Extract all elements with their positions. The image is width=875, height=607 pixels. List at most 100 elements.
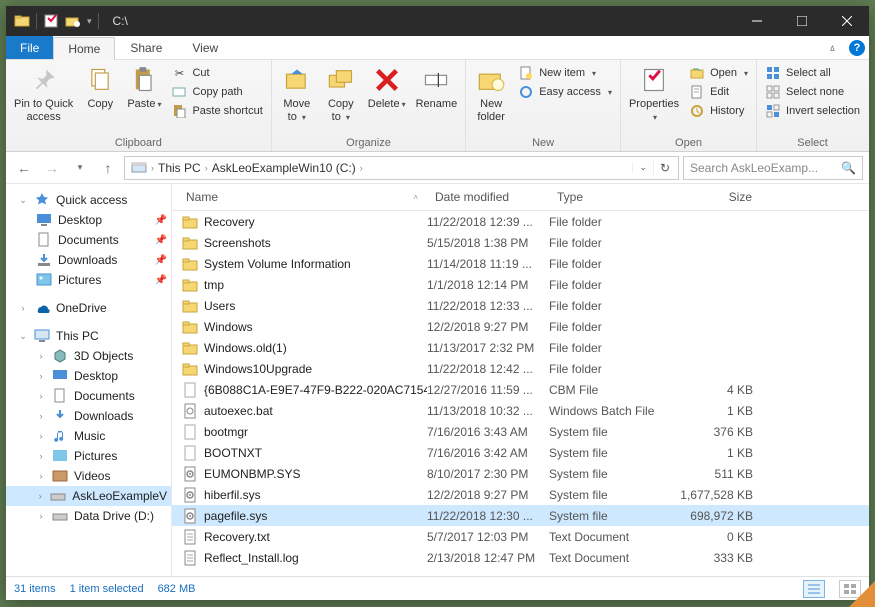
paste-button[interactable]: Paste▾ [123, 62, 165, 113]
cut-button[interactable]: ✂Cut [167, 64, 266, 82]
copy-path-button[interactable]: Copy path [167, 83, 266, 101]
view-tab[interactable]: View [177, 36, 233, 59]
breadcrumb-drive[interactable]: AskLeoExampleWin10 (C:) [208, 161, 360, 175]
file-row[interactable]: hiberfil.sys12/2/2018 9:27 PMSystem file… [172, 484, 869, 505]
file-row[interactable]: tmp1/1/2018 12:14 PMFile folder [172, 274, 869, 295]
address-bar[interactable]: › This PC › AskLeoExampleWin10 (C:) › ⌄ … [124, 156, 679, 180]
file-date: 8/10/2017 2:30 PM [427, 467, 549, 481]
breadcrumb-thispc[interactable]: This PC [154, 161, 205, 175]
home-tab[interactable]: Home [53, 37, 115, 60]
file-date: 12/2/2018 9:27 PM [427, 320, 549, 334]
close-button[interactable] [824, 6, 869, 36]
file-date: 11/13/2018 10:32 ... [427, 404, 549, 418]
back-button[interactable]: ← [12, 156, 36, 180]
nav-documents[interactable]: Documents📌 [6, 230, 171, 250]
share-tab[interactable]: Share [115, 36, 177, 59]
rename-icon [420, 64, 452, 96]
edit-button[interactable]: Edit [685, 83, 752, 101]
new-folder-button[interactable]: New folder [470, 62, 512, 125]
history-button[interactable]: History [685, 102, 752, 120]
nav-desktop2[interactable]: ›Desktop [6, 366, 171, 386]
copy-button[interactable]: Copy [79, 62, 121, 113]
file-row[interactable]: BOOTNXT7/16/2016 3:42 AMSystem file1 KB [172, 442, 869, 463]
file-row[interactable]: {6B088C1A-E9E7-47F9-B222-020AC7154B...12… [172, 379, 869, 400]
nav-pictures[interactable]: Pictures📌 [6, 270, 171, 290]
new-item-button[interactable]: New item▾ [514, 64, 616, 82]
open-button[interactable]: Open▾ [685, 64, 752, 82]
ribbon-group-clipboard: Pin to Quick access Copy Paste▾ ✂Cut Cop… [6, 60, 272, 151]
properties-qat-icon[interactable] [43, 13, 59, 29]
file-row[interactable]: Windows.old(1)11/13/2017 2:32 PMFile fol… [172, 337, 869, 358]
file-row[interactable]: Reflect_Install.log2/13/2018 12:47 PMTex… [172, 547, 869, 568]
search-input[interactable]: Search AskLeoExamp... 🔍 [683, 156, 863, 180]
easy-access-button[interactable]: Easy access▾ [514, 83, 616, 101]
nav-quickaccess[interactable]: ⌄Quick access [6, 190, 171, 210]
move-to-button[interactable]: Move to ▾ [276, 62, 318, 125]
file-type: System file [549, 509, 671, 523]
file-name: Windows.old(1) [204, 341, 287, 355]
recent-locations-button[interactable]: ▾ [68, 156, 92, 180]
drive-icon [131, 160, 147, 176]
nav-videos[interactable]: ›Videos [6, 466, 171, 486]
pin-quick-access-button[interactable]: Pin to Quick access [10, 62, 77, 125]
new-folder-icon [475, 64, 507, 96]
column-header-name[interactable]: Name˄ [172, 184, 427, 210]
file-list[interactable]: Recovery11/22/2018 12:39 ...File folderS… [172, 211, 869, 576]
address-dropdown-button[interactable]: ⌄ [632, 162, 653, 173]
file-type: System file [549, 446, 671, 460]
file-row[interactable]: Screenshots5/15/2018 1:38 PMFile folder [172, 232, 869, 253]
column-header-date[interactable]: Date modified [427, 184, 549, 210]
file-type: System file [549, 488, 671, 502]
select-none-button[interactable]: Select none [761, 83, 864, 101]
help-button[interactable]: ? [845, 36, 869, 59]
file-row[interactable]: Users11/22/2018 12:33 ...File folder [172, 295, 869, 316]
pin-icon: 📌 [155, 215, 167, 226]
column-header-type[interactable]: Type [549, 184, 671, 210]
file-row[interactable]: pagefile.sys11/22/2018 12:30 ...System f… [172, 505, 869, 526]
file-row[interactable]: EUMONBMP.SYS8/10/2017 2:30 PMSystem file… [172, 463, 869, 484]
details-view-button[interactable] [803, 580, 825, 598]
file-date: 11/14/2018 11:19 ... [427, 257, 549, 271]
star-icon [34, 192, 50, 208]
properties-button[interactable]: Properties▾ [625, 62, 683, 125]
file-row[interactable]: Recovery11/22/2018 12:39 ...File folder [172, 211, 869, 232]
file-row[interactable]: System Volume Information11/14/2018 11:1… [172, 253, 869, 274]
file-row[interactable]: Windows12/2/2018 9:27 PMFile folder [172, 316, 869, 337]
forward-button[interactable]: → [40, 156, 64, 180]
invert-selection-button[interactable]: Invert selection [761, 102, 864, 120]
file-row[interactable]: autoexec.bat11/13/2018 10:32 ...Windows … [172, 400, 869, 421]
status-selected-size: 682 MB [158, 583, 196, 595]
nav-onedrive[interactable]: ›OneDrive [6, 298, 171, 318]
nav-music[interactable]: ›Music [6, 426, 171, 446]
minimize-ribbon-button[interactable]: ㅿ [820, 36, 845, 59]
file-row[interactable]: bootmgr7/16/2016 3:43 AMSystem file376 K… [172, 421, 869, 442]
delete-button[interactable]: Delete▾ [364, 62, 410, 113]
paste-icon [128, 64, 160, 96]
nav-cdrive[interactable]: ›AskLeoExampleV [6, 486, 171, 506]
nav-downloads[interactable]: Downloads📌 [6, 250, 171, 270]
file-name: autoexec.bat [204, 404, 273, 418]
copy-to-button[interactable]: Copy to ▾ [320, 62, 362, 125]
nav-downloads2[interactable]: ›Downloads [6, 406, 171, 426]
titlebar: ▾ C:\ [6, 6, 869, 36]
file-row[interactable]: Recovery.txt5/7/2017 12:03 PMText Docume… [172, 526, 869, 547]
newfolder-qat-icon[interactable] [65, 13, 81, 29]
column-header-size[interactable]: Size [671, 184, 761, 210]
nav-ddrive[interactable]: ›Data Drive (D:) [6, 506, 171, 526]
file-tab[interactable]: File [6, 36, 53, 59]
paste-shortcut-button[interactable]: Paste shortcut [167, 102, 266, 120]
rename-button[interactable]: Rename [412, 62, 462, 113]
file-row[interactable]: Windows10Upgrade11/22/2018 12:42 ...File… [172, 358, 869, 379]
minimize-button[interactable] [734, 6, 779, 36]
file-name: pagefile.sys [204, 509, 267, 523]
nav-thispc[interactable]: ⌄This PC [6, 326, 171, 346]
nav-pictures2[interactable]: ›Pictures [6, 446, 171, 466]
select-all-button[interactable]: Select all [761, 64, 864, 82]
refresh-button[interactable]: ↻ [653, 161, 676, 175]
file-name: Recovery [204, 215, 255, 229]
maximize-button[interactable] [779, 6, 824, 36]
nav-documents2[interactable]: ›Documents [6, 386, 171, 406]
nav-desktop[interactable]: Desktop📌 [6, 210, 171, 230]
up-button[interactable]: ↑ [96, 156, 120, 180]
nav-3dobjects[interactable]: ›3D Objects [6, 346, 171, 366]
